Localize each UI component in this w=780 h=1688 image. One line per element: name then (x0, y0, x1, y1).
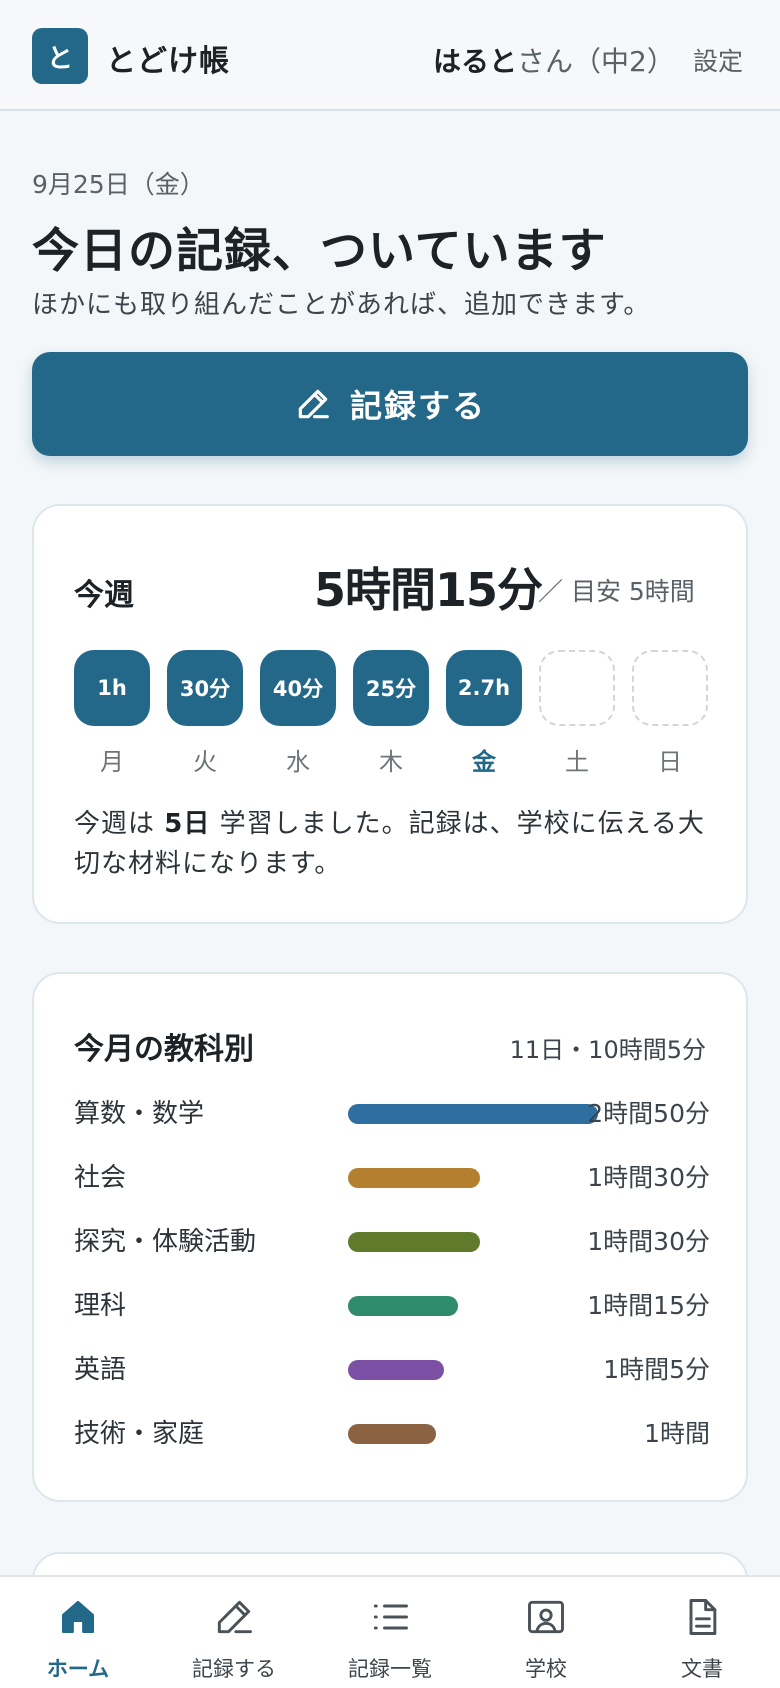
day-label: 金 (472, 748, 496, 776)
subject-time-bar (348, 1104, 598, 1124)
page-subtitle: ほかにも取り組んだことがあれば、追加できます。 (32, 290, 651, 320)
subject-row: 技術・家庭 1時間 (74, 1414, 710, 1454)
day-label: 火 (193, 748, 217, 776)
app-header: と とどけ帳 はるとさん（中2） 設定 (0, 0, 780, 111)
document-icon (689, 1599, 717, 1635)
subject-name: 探究・体験活動 (74, 1227, 257, 1257)
subject-name: 社会 (74, 1163, 127, 1193)
list-icon (373, 1604, 408, 1630)
day-study-time (632, 650, 708, 726)
week-day-0: 1h 月 (74, 650, 150, 777)
subject-name: 理科 (74, 1291, 127, 1321)
subject-name: 算数・数学 (74, 1099, 205, 1129)
week-day-5: 土 (539, 650, 615, 777)
nav-label: ホーム (46, 1657, 110, 1681)
nav-item-pencil[interactable]: 記録する (156, 1577, 312, 1688)
day-label: 日 (658, 748, 682, 776)
record-button[interactable]: 記録する (32, 352, 748, 456)
nav-item-school-board[interactable]: 学校 (468, 1577, 624, 1688)
week-title: 今週 (74, 578, 134, 613)
day-label: 月 (100, 748, 124, 776)
subject-row: 英語 1時間5分 (74, 1350, 710, 1390)
weekly-summary-card: 今週 5時間15分 ／ 目安 5時間 1h 月 30分火 40分水 25分木 2.7h 金土… (32, 504, 748, 924)
week-day-2: 40分水 (260, 650, 336, 777)
current-date: 9月25日（金） (32, 170, 205, 199)
nav-item-document[interactable]: 文書 (624, 1577, 780, 1688)
week-total-time: 5時間15分 (314, 563, 543, 617)
month-summary: 11日・10時間5分 (509, 1036, 706, 1064)
nav-label: 学校 (525, 1657, 567, 1681)
record-button-label: 記録する (349, 387, 486, 425)
subject-row: 算数・数学 2時間50分 (74, 1094, 710, 1134)
week-target: ／ 目安 5時間 (538, 577, 695, 606)
week-day-3: 25分木 (353, 650, 429, 777)
app-logo[interactable]: と (32, 28, 88, 84)
subject-row: 理科 1時間15分 (74, 1286, 710, 1326)
day-label: 土 (565, 748, 589, 776)
nav-label: 記録する (192, 1657, 276, 1681)
page-title: 今日の記録、ついています (32, 224, 607, 279)
user-name: はると (433, 45, 518, 78)
pencil-icon (217, 1600, 252, 1634)
nav-item-home[interactable]: ホーム (0, 1577, 156, 1688)
nav-label: 文書 (681, 1657, 723, 1681)
subject-time: 1時間30分 (587, 1163, 710, 1192)
app-name: とどけ帳 (106, 44, 230, 79)
monthly-subjects-card: 今月の教科別 11日・10時間5分 算数・数学 2時間50分 社会 1時間30分 探究・… (32, 972, 748, 1502)
day-study-time: 2.7h (446, 650, 522, 726)
subject-time: 1時間30分 (587, 1227, 710, 1256)
week-note: 今週は 5日 学習しました。記録は、学校に伝える大切な材料になります。 (74, 804, 714, 884)
month-title: 今月の教科別 (74, 1032, 254, 1067)
subject-time: 2時間50分 (587, 1099, 710, 1128)
week-note-days: 5日 (164, 809, 211, 839)
nav-label: 記録一覧 (348, 1657, 432, 1681)
home-icon (61, 1600, 95, 1634)
day-label: 水 (286, 748, 310, 776)
subject-time-bar (348, 1296, 458, 1316)
day-study-time: 30分 (167, 650, 243, 726)
day-study-time (539, 650, 615, 726)
subject-row: 社会 1時間30分 (74, 1158, 710, 1198)
day-study-time: 40分 (260, 650, 336, 726)
subject-time-bar (348, 1360, 444, 1380)
bottom-navigation: ホーム 記録する 記録一覧 学校 文書 (0, 1575, 780, 1688)
settings-link[interactable]: 設定 (693, 42, 743, 78)
subject-name: 技術・家庭 (74, 1419, 205, 1449)
day-study-time: 1h (74, 650, 150, 726)
subject-time: 1時間 (644, 1419, 710, 1448)
school-board-icon (528, 1600, 564, 1634)
subject-time-bar (348, 1232, 480, 1252)
subject-time: 1時間5分 (603, 1355, 710, 1384)
day-study-time: 25分 (353, 650, 429, 726)
subject-time: 1時間15分 (587, 1291, 710, 1320)
app-root: と とどけ帳 はるとさん（中2） 設定 9月25日（金） 今日の記録、ついていま… (0, 0, 780, 1688)
subject-time-bar (348, 1168, 480, 1188)
day-label: 木 (379, 748, 403, 776)
pencil-icon (298, 389, 329, 419)
user-name-label: はるとさん（中2） (433, 40, 675, 80)
week-day-6: 日 (632, 650, 708, 777)
nav-item-list[interactable]: 記録一覧 (312, 1577, 468, 1688)
user-suffix: さん（中2） (517, 45, 675, 78)
subject-name: 英語 (74, 1355, 127, 1385)
week-note-pre: 今週は (74, 809, 165, 839)
week-day-strip: 1h 月 30分火 40分水 25分木 2.7h 金土日 (74, 650, 710, 780)
subject-time-bar (348, 1424, 436, 1444)
week-day-1: 30分火 (167, 650, 243, 777)
week-day-4: 2.7h 金 (446, 650, 522, 777)
subject-row: 探究・体験活動 1時間30分 (74, 1222, 710, 1262)
